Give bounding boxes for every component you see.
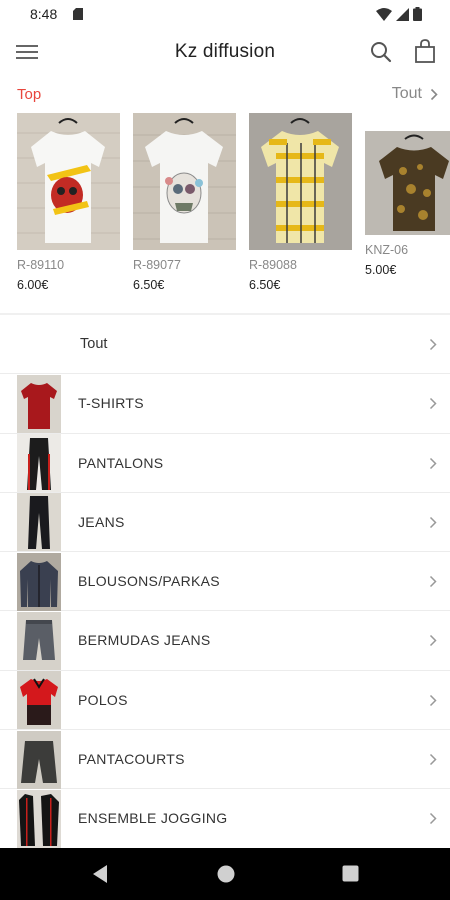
- product-sku: R-89077: [133, 258, 181, 272]
- chevron-right-icon: [429, 457, 437, 469]
- see-all-label: Tout: [391, 85, 422, 102]
- category-item-pantacourts[interactable]: PANTACOURTS: [0, 730, 450, 790]
- shopping-bag-icon[interactable]: [413, 38, 437, 64]
- home-icon[interactable]: [216, 864, 236, 884]
- chevron-right-icon: [429, 576, 437, 588]
- product-price: 6.50€: [249, 278, 281, 292]
- category-item-bermudas-jeans[interactable]: BERMUDAS JEANS: [0, 611, 450, 671]
- product-card[interactable]: R-89110 6.00€: [17, 113, 120, 292]
- chevron-right-icon: [430, 88, 438, 100]
- search-icon[interactable]: [369, 40, 393, 64]
- chevron-right-icon: [429, 754, 437, 766]
- product-image: [365, 131, 450, 235]
- category-label: ENSEMBLE JOGGING: [78, 810, 228, 827]
- product-card[interactable]: R-89077 6.50€: [133, 113, 236, 292]
- product-carousel[interactable]: R-89110 6.00€ R-89077 6.50€ R-89088 6.50…: [17, 113, 450, 303]
- category-item-blousons-parkas[interactable]: BLOUSONS/PARKAS: [0, 552, 450, 612]
- category-thumbnail: [17, 374, 61, 433]
- category-label: Tout: [80, 336, 108, 352]
- status-icons: [376, 7, 422, 21]
- product-sku: KNZ-06: [365, 243, 409, 257]
- back-icon[interactable]: [91, 864, 109, 884]
- app-bar: Kz diffusion: [0, 28, 450, 76]
- category-item-pantalons[interactable]: PANTALONS: [0, 433, 450, 493]
- product-image: [17, 113, 120, 250]
- category-thumbnail: [17, 789, 61, 848]
- category-label: BERMUDAS JEANS: [78, 632, 211, 649]
- category-thumbnail: [17, 552, 61, 611]
- category-item-tshirts[interactable]: T-SHIRTS: [0, 374, 450, 434]
- chevron-right-icon: [429, 398, 437, 410]
- category-item-polos[interactable]: POLOS: [0, 670, 450, 731]
- system-nav-bar: [0, 848, 450, 900]
- product-image: [249, 113, 352, 250]
- category-item-jeans[interactable]: JEANS: [0, 492, 450, 553]
- category-thumbnail: [17, 671, 61, 730]
- category-item-ensemble-jogging[interactable]: ENSEMBLE JOGGING: [0, 789, 450, 849]
- category-item-all[interactable]: Tout: [0, 315, 450, 375]
- product-price: 5.00€: [365, 263, 397, 277]
- product-sku: R-89110: [17, 258, 65, 272]
- status-bar: 8:48: [0, 0, 450, 28]
- chevron-right-icon: [429, 694, 437, 706]
- product-card[interactable]: KNZ-06 5.00€: [365, 113, 450, 277]
- chevron-right-icon: [429, 813, 437, 825]
- category-thumbnail: [17, 493, 61, 552]
- category-thumbnail: [17, 434, 61, 493]
- battery-icon: [413, 7, 422, 21]
- chevron-right-icon: [429, 516, 437, 528]
- see-all-link[interactable]: Tout: [392, 85, 438, 103]
- product-price: 6.00€: [17, 278, 49, 292]
- chevron-right-icon: [429, 635, 437, 647]
- category-thumbnail: [17, 611, 61, 670]
- top-products-section: Top Tout R-89110 6.00€ R-89077 6.50€ R-8…: [0, 76, 450, 314]
- product-card[interactable]: R-89088 6.50€: [249, 113, 352, 292]
- category-list: Tout T-SHIRTS PANTALONS JEANS BLOUSONS/P…: [0, 315, 450, 849]
- chevron-right-icon: [429, 338, 437, 351]
- section-title: Top: [17, 86, 42, 103]
- recent-apps-icon[interactable]: [342, 865, 359, 882]
- wifi-icon: [376, 7, 392, 21]
- sd-card-icon: [73, 8, 83, 20]
- category-label: PANTACOURTS: [78, 751, 185, 768]
- category-thumbnail: [17, 730, 61, 789]
- category-label: POLOS: [78, 691, 128, 708]
- signal-icon: [396, 7, 409, 21]
- status-time: 8:48: [30, 6, 58, 22]
- product-image: [133, 113, 236, 250]
- category-label: BLOUSONS/PARKAS: [78, 573, 220, 590]
- category-label: JEANS: [78, 513, 125, 530]
- product-price: 6.50€: [133, 278, 165, 292]
- category-label: T-SHIRTS: [78, 395, 144, 412]
- category-label: PANTALONS: [78, 454, 164, 471]
- product-sku: R-89088: [249, 258, 297, 272]
